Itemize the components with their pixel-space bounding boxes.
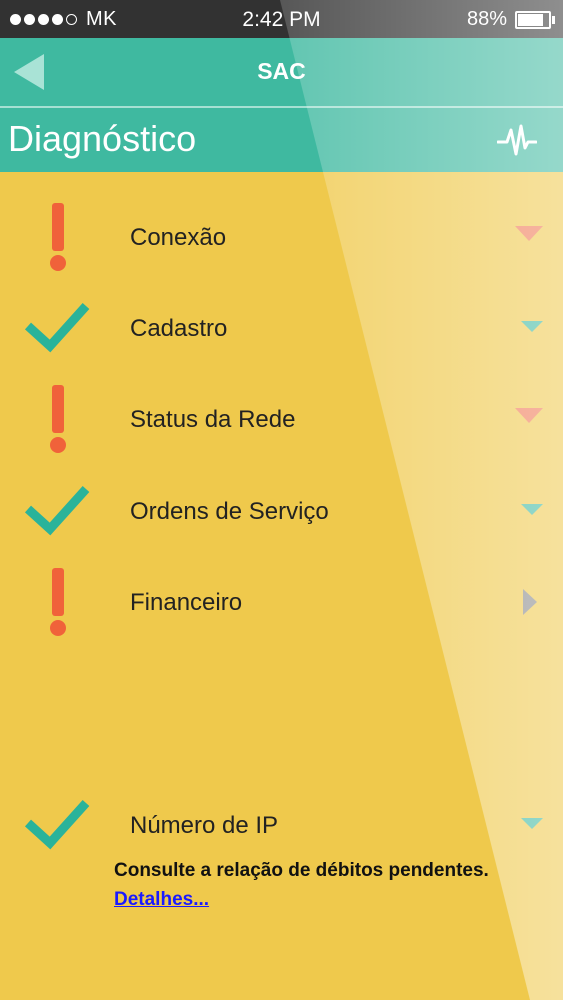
diagnostic-row[interactable]: Número de IP [0, 786, 563, 866]
exclamation-icon [22, 385, 94, 455]
row-label: Cadastro [130, 315, 228, 342]
exclamation-icon [22, 203, 94, 273]
row-label: Conexão [130, 224, 227, 251]
exclamation-icon [22, 568, 94, 638]
financeiro-message: Consulte a relação de débitos pendentes. [114, 860, 489, 881]
diagnostic-list: Conexão Cadastro Status da Rede Ordens de S… [0, 172, 563, 1000]
row-label: Número de IP [130, 812, 279, 839]
section-title: Diagnóstico [8, 118, 197, 159]
diagnostic-row[interactable]: Financeiro [0, 563, 563, 643]
page-title: SAC [257, 58, 306, 84]
checkmark-icon [22, 294, 94, 364]
checkmark-icon [22, 791, 94, 861]
chevron-down-icon[interactable] [521, 319, 543, 337]
row-label: Financeiro [130, 589, 243, 616]
diagnostic-row[interactable]: Status da Rede [0, 380, 563, 460]
chevron-down-icon[interactable] [521, 816, 543, 834]
chevron-down-icon[interactable] [521, 502, 543, 520]
diagnostic-row[interactable]: Cadastro [0, 289, 563, 369]
battery-percent: 88% [466, 8, 507, 30]
status-bar: MK 2:42 PM 88% [0, 0, 563, 38]
nav-header: SAC [0, 38, 563, 106]
pulse-icon[interactable] [496, 120, 538, 160]
row-label: Ordens de Serviço [130, 498, 329, 525]
battery-icon [515, 10, 555, 29]
diagnostic-row[interactable]: Ordens de Serviço [0, 472, 563, 552]
diagnostic-row[interactable]: Conexão [0, 198, 563, 278]
chevron-right-icon[interactable] [523, 589, 537, 620]
checkmark-icon [22, 477, 94, 547]
battery-status: 88% [466, 8, 555, 31]
row-label: Status da Rede [130, 406, 296, 433]
details-link[interactable]: Detalhes... [114, 889, 209, 911]
phone-screen: MK 2:42 PM 88% SAC Diagnóstico Conexão Ca… [0, 0, 563, 1000]
section-header: Diagnóstico [0, 108, 563, 172]
chevron-down-icon[interactable] [515, 226, 543, 246]
chevron-down-icon[interactable] [515, 408, 543, 428]
